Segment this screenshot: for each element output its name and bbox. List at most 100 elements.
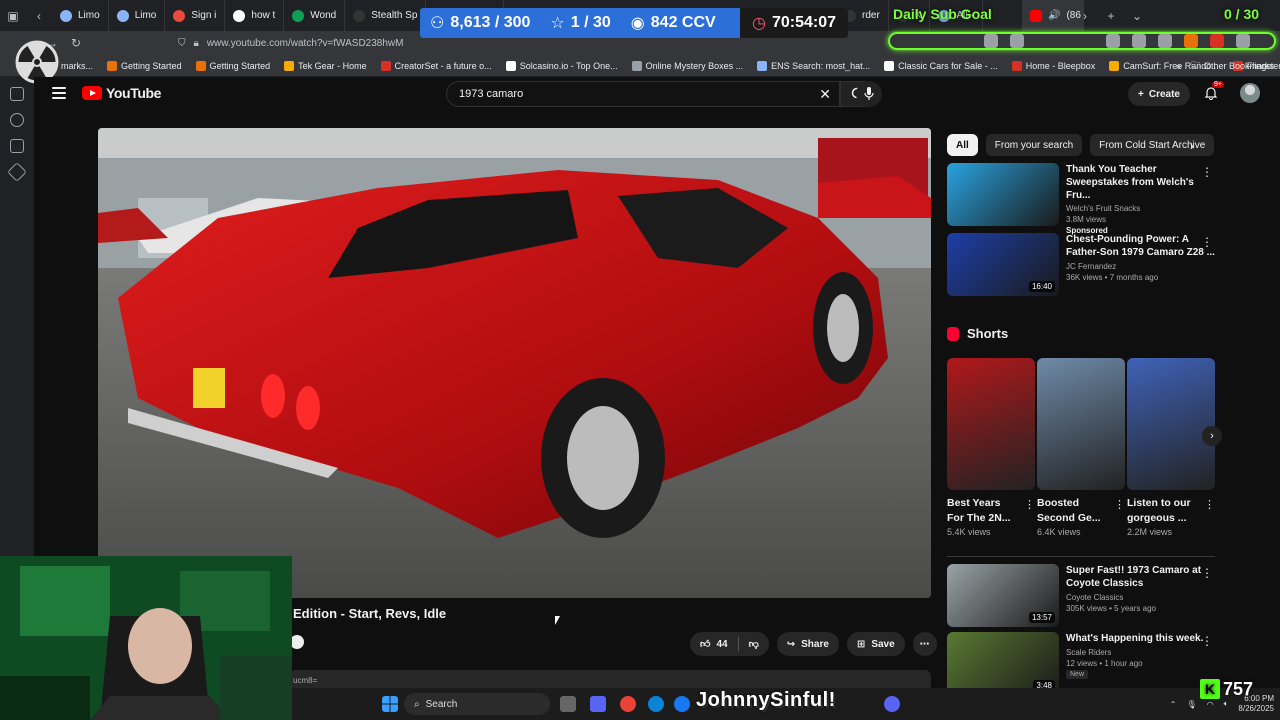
bookmark-item[interactable]: Home - Bleepbox bbox=[1005, 60, 1103, 71]
shorts-header: Shorts bbox=[947, 326, 1008, 341]
bookmark-favicon-icon bbox=[284, 60, 295, 71]
channel-name[interactable]: Welch's Fruit Snacks bbox=[1066, 204, 1217, 213]
tab-audio-icon[interactable]: 🔊 bbox=[1048, 10, 1060, 21]
other-bookmarks-folder[interactable]: 🗀 Other Bookmarks bbox=[1191, 58, 1274, 74]
more-options-icon[interactable]: ⋮ bbox=[1204, 498, 1215, 511]
more-options-icon[interactable]: ⋮ bbox=[1201, 566, 1213, 580]
chrome-icon[interactable] bbox=[620, 696, 636, 712]
save-icon: ⊞ bbox=[856, 638, 866, 650]
clear-search-icon[interactable]: ✕ bbox=[819, 86, 831, 103]
notifications-button[interactable]: 9+ bbox=[1204, 81, 1224, 100]
facebook-icon[interactable] bbox=[674, 696, 690, 712]
taskbar-search[interactable]: ⌕ Search bbox=[404, 693, 550, 715]
thumbs-down-icon[interactable]: 👎︎ bbox=[749, 638, 759, 650]
bookmarks-overflow-icon[interactable]: » bbox=[1176, 61, 1181, 71]
like-count: 44 bbox=[716, 638, 728, 650]
short-thumbnail[interactable] bbox=[947, 358, 1035, 490]
create-button[interactable]: + Create bbox=[1128, 82, 1190, 106]
collections-icon[interactable] bbox=[10, 139, 24, 153]
save-button[interactable]: ⊞ Save bbox=[846, 632, 905, 656]
more-actions-button[interactable]: ⋯ bbox=[912, 632, 937, 656]
video-title-link[interactable]: Chest-Pounding Power: A Father-Son 1979 … bbox=[1066, 234, 1217, 260]
more-options-icon[interactable]: ⋮ bbox=[1201, 634, 1213, 648]
channel-name[interactable]: JC Fernandez bbox=[1066, 262, 1217, 271]
search-query-text: 1973 camaro bbox=[459, 88, 524, 100]
bookmark-item[interactable]: Tek Gear - Home bbox=[277, 60, 374, 71]
browser-tab[interactable]: Stealth Sp bbox=[345, 0, 427, 31]
shorts-next-icon[interactable]: › bbox=[1202, 426, 1222, 446]
tab-scroll-right-icon[interactable]: › bbox=[1072, 0, 1098, 31]
site-info-icon[interactable]: ⛉ bbox=[178, 38, 186, 49]
bookmark-label: Solcasino.io - Top One... bbox=[519, 60, 618, 71]
webcam-feed bbox=[0, 556, 292, 720]
task-view-icon[interactable] bbox=[560, 696, 576, 712]
bookmark-item[interactable]: Getting Started bbox=[189, 60, 278, 71]
channel-name[interactable]: Scale Riders bbox=[1066, 648, 1217, 657]
tray-chevron-icon[interactable]: ⌃ bbox=[1170, 700, 1177, 709]
hamburger-menu-icon[interactable] bbox=[52, 87, 66, 99]
browser-tab[interactable]: how t bbox=[225, 0, 285, 31]
browser-tab[interactable]: Sign i bbox=[165, 0, 226, 31]
history-icon[interactable] bbox=[10, 113, 24, 127]
bookmark-item[interactable]: CreatorSet - a future o... bbox=[374, 60, 499, 71]
filter-chip[interactable]: From your search bbox=[985, 134, 1083, 156]
search-icon: ⌕ bbox=[414, 698, 420, 710]
short-thumbnail[interactable] bbox=[1127, 358, 1215, 490]
app-icon[interactable] bbox=[590, 696, 606, 712]
more-options-icon[interactable]: ⋮ bbox=[1114, 498, 1125, 511]
short-title[interactable]: Best Years For The 2N... bbox=[947, 496, 1019, 525]
more-options-icon[interactable]: ⋮ bbox=[1024, 498, 1035, 511]
bookmark-item[interactable]: Getting Started bbox=[100, 60, 189, 71]
bookmark-item[interactable]: Classic Cars for Sale - ... bbox=[877, 60, 1005, 71]
video-thumbnail[interactable]: 13:57 bbox=[947, 564, 1059, 627]
more-options-icon[interactable]: ⋮ bbox=[1201, 165, 1213, 179]
recommended-video[interactable]: 13:57 Super Fast!! 1973 Camaro at Coyote … bbox=[947, 564, 1217, 628]
bookmark-item[interactable]: ENS Search: most_hat... bbox=[750, 60, 877, 71]
new-tab-icon[interactable]: + bbox=[1098, 0, 1124, 31]
recommended-video[interactable]: 3:48 What's Happening this week. Scale Rid… bbox=[947, 632, 1217, 696]
tab-overview-icon[interactable]: ▣ bbox=[0, 0, 26, 31]
like-button[interactable]: 👍︎ 44 👎︎ bbox=[690, 632, 769, 656]
video-thumbnail[interactable] bbox=[947, 163, 1059, 226]
tab-scroll-left-icon[interactable]: ‹ bbox=[26, 0, 52, 31]
browser-tab[interactable]: Limo bbox=[52, 0, 109, 31]
video-meta: Thank You Teacher Sweepstakes from Welch… bbox=[1066, 163, 1217, 235]
browser-tab[interactable]: Wond bbox=[284, 0, 346, 31]
chips-next-icon[interactable]: › bbox=[1190, 139, 1194, 153]
video-title-link[interactable]: Super Fast!! 1973 Camaro at Coyote Class… bbox=[1066, 565, 1217, 591]
account-avatar[interactable] bbox=[1240, 83, 1260, 103]
bookmark-label: Tek Gear - Home bbox=[298, 60, 367, 71]
recommended-video[interactable]: Thank You Teacher Sweepstakes from Welch… bbox=[947, 163, 1217, 235]
video-thumbnail[interactable]: 3:48 bbox=[947, 632, 1059, 695]
video-thumbnail[interactable]: 16:40 bbox=[947, 233, 1059, 296]
workspaces-icon[interactable] bbox=[10, 87, 24, 101]
recommended-video[interactable]: 16:40 Chest-Pounding Power: A Father-Son … bbox=[947, 233, 1217, 297]
channel-name[interactable]: Coyote Classics bbox=[1066, 593, 1217, 602]
video-player[interactable] bbox=[98, 128, 931, 598]
search-input[interactable]: 1973 camaro ✕ bbox=[446, 81, 840, 107]
more-options-icon[interactable]: ⋮ bbox=[1201, 235, 1213, 249]
youtube-logo[interactable]: YouTube bbox=[82, 85, 161, 101]
discord-icon[interactable] bbox=[884, 696, 900, 712]
edge-icon[interactable] bbox=[648, 696, 664, 712]
tab-search-chevron-icon[interactable]: ⌄ bbox=[1124, 0, 1150, 31]
short-thumbnail[interactable] bbox=[1037, 358, 1125, 490]
channel-avatar[interactable] bbox=[290, 635, 304, 649]
share-button[interactable]: ↪ Share bbox=[776, 632, 839, 656]
voice-search-button[interactable] bbox=[856, 81, 882, 107]
video-title-link[interactable]: Thank You Teacher Sweepstakes from Welch… bbox=[1066, 164, 1217, 202]
short-meta: Boosted Second Ge... 6.4K views ⋮ bbox=[1037, 496, 1125, 537]
short-title[interactable]: Listen to our gorgeous ... bbox=[1127, 496, 1199, 525]
bookmark-item[interactable]: Online Mystery Boxes ... bbox=[625, 60, 751, 71]
bookmark-item[interactable]: Solcasino.io - Top One... bbox=[499, 60, 625, 71]
bell-icon bbox=[1204, 87, 1218, 100]
filter-chip[interactable]: All bbox=[947, 134, 978, 156]
filter-chip[interactable]: From Cold Start Archive bbox=[1090, 134, 1215, 156]
windows-start-icon[interactable] bbox=[382, 696, 398, 712]
short-title[interactable]: Boosted Second Ge... bbox=[1037, 496, 1109, 525]
mic-tray-icon[interactable]: 🎙︎ bbox=[1186, 700, 1196, 709]
browser-tab[interactable]: Limo bbox=[109, 0, 166, 31]
video-title-link[interactable]: What's Happening this week. bbox=[1066, 633, 1217, 646]
view-count: 36K views • 7 months ago bbox=[1066, 272, 1159, 282]
favorites-icon[interactable] bbox=[7, 162, 27, 182]
